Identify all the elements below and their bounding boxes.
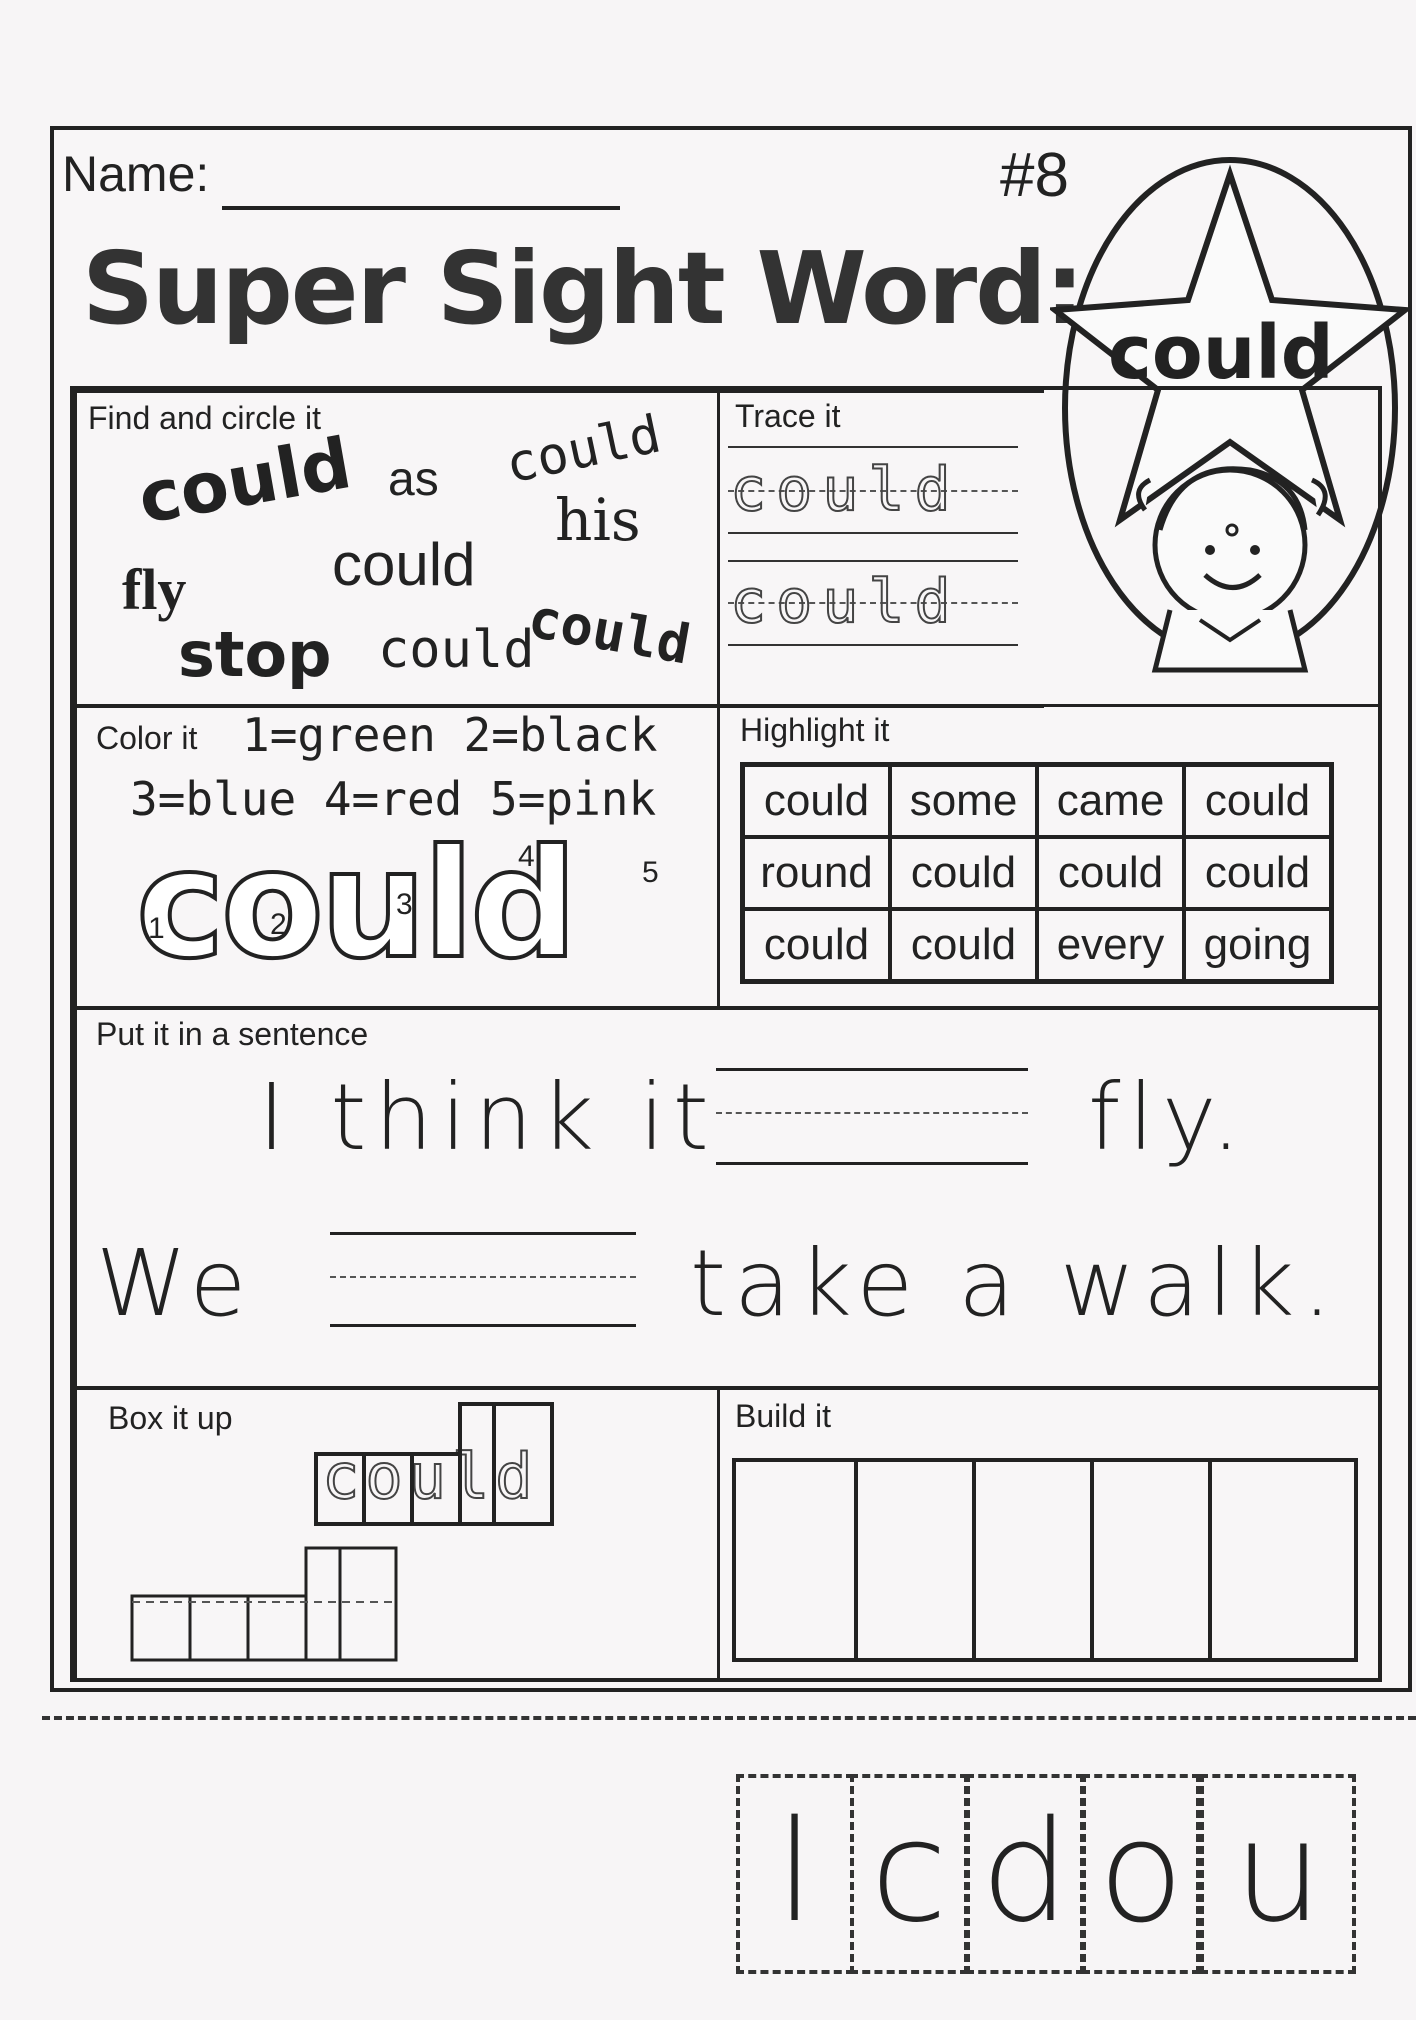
trace-section xyxy=(717,390,1044,708)
highlight-cell[interactable]: could xyxy=(1035,835,1186,911)
color-word[interactable]: could xyxy=(134,816,580,994)
name-label: Name: xyxy=(62,146,210,202)
trace-guide-top xyxy=(728,446,1018,448)
sentence2-start: We xyxy=(96,1230,255,1337)
highlight-cell[interactable]: could xyxy=(888,835,1039,911)
sentence2-blank[interactable] xyxy=(330,1324,636,1327)
trace-guide-bottom xyxy=(728,532,1018,534)
highlight-cell[interactable]: could xyxy=(740,762,892,839)
trace-guide-bottom xyxy=(728,644,1018,646)
build-label: Build it xyxy=(735,1398,832,1434)
sentence-label: Put it in a sentence xyxy=(96,1016,369,1052)
highlight-cell[interactable]: could xyxy=(1182,762,1334,839)
star-word: could xyxy=(1108,310,1334,396)
color-number: 2 xyxy=(270,908,287,941)
build-box[interactable] xyxy=(1208,1458,1358,1662)
color-number: 4 xyxy=(518,840,535,873)
highlight-cell[interactable]: going xyxy=(1182,907,1334,984)
highlight-cell[interactable]: some xyxy=(888,762,1039,839)
color-key-line1: 1=green 2=black xyxy=(242,708,658,762)
page-title: Super Sight Word: xyxy=(82,230,1085,347)
trace-word[interactable]: could xyxy=(729,566,961,638)
letter-tile[interactable]: u xyxy=(1200,1774,1356,1974)
letter-tile[interactable]: o xyxy=(1082,1774,1200,1974)
find-word[interactable]: stop xyxy=(178,618,332,691)
trace-label: Trace it xyxy=(735,398,841,434)
letter-tile[interactable]: l xyxy=(736,1774,854,1974)
sentence2-blank-mid xyxy=(330,1276,636,1278)
highlight-cell[interactable]: every xyxy=(1035,907,1186,984)
letter-tile[interactable]: d xyxy=(966,1774,1084,1974)
find-word[interactable]: could xyxy=(332,530,475,599)
sentence1-blank-top xyxy=(716,1068,1028,1071)
highlight-cell[interactable]: round xyxy=(740,835,892,911)
letter-tile[interactable]: c xyxy=(850,1774,968,1974)
highlight-table: could some came could round could could … xyxy=(740,762,1334,984)
highlight-cell[interactable]: came xyxy=(1035,762,1186,839)
color-number: 3 xyxy=(396,888,413,921)
find-word[interactable]: fly xyxy=(122,556,186,623)
build-box[interactable] xyxy=(1090,1458,1212,1662)
find-word[interactable]: as xyxy=(388,452,439,507)
highlight-cell[interactable]: could xyxy=(1182,835,1334,911)
color-label: Color it xyxy=(96,720,198,756)
name-field-line[interactable] xyxy=(222,206,620,210)
sentence2-blank-top xyxy=(330,1232,636,1235)
find-word[interactable]: could xyxy=(378,620,535,680)
sentence1-blank[interactable] xyxy=(716,1162,1028,1165)
sentence1-end: fly. xyxy=(1088,1064,1249,1171)
highlight-cell[interactable]: could xyxy=(888,907,1039,984)
highlight-label: Highlight it xyxy=(740,712,890,748)
color-number: 5 xyxy=(642,856,659,889)
cut-line xyxy=(42,1716,1416,1720)
trace-guide-top xyxy=(728,560,1018,562)
color-number: 1 xyxy=(148,912,165,945)
build-box[interactable] xyxy=(854,1458,976,1662)
trace-word[interactable]: could xyxy=(729,454,961,526)
boxit-boxes[interactable] xyxy=(120,1400,640,1670)
sentence1-blank-mid xyxy=(716,1112,1028,1114)
sentence1-start: I think it xyxy=(258,1064,717,1171)
sentence2-end: take a walk. xyxy=(690,1230,1340,1337)
build-box[interactable] xyxy=(732,1458,858,1662)
build-box[interactable] xyxy=(972,1458,1094,1662)
highlight-cell[interactable]: could xyxy=(740,907,892,984)
find-word[interactable]: his xyxy=(555,486,641,554)
